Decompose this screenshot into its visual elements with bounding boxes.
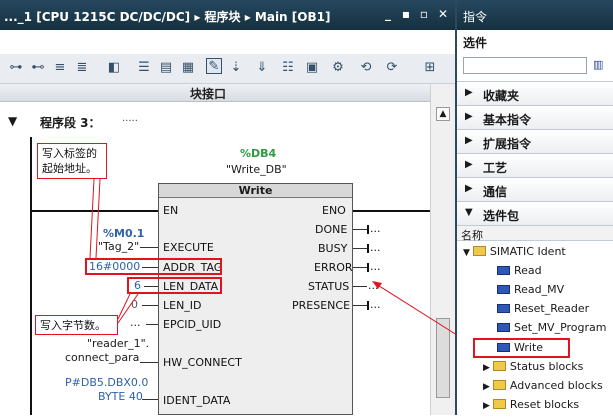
search-options-icon[interactable]: ▥ (593, 58, 603, 71)
vertical-scrollbar[interactable]: ▲ (430, 84, 455, 415)
expand-icon[interactable]: ⊞ (422, 60, 438, 76)
tree-folder-status-blocks[interactable]: ▶ Status blocks (457, 360, 613, 379)
category-technology[interactable]: ▶ 工艺 (457, 153, 613, 177)
category-basic[interactable]: ▶ 基本指令 (457, 105, 613, 129)
leader-addr-right (95, 178, 101, 259)
network-header[interactable]: ▼ 程序段 3： ..... (0, 108, 430, 136)
program-editor: ..._1 [CPU 1215C DC/DC/DC] ▸ 程序块 ▸ Main … (0, 0, 455, 415)
chevron-right-icon: ▶ (483, 363, 490, 373)
monitor-icon[interactable]: ◧ (106, 60, 122, 76)
tree-folder-advanced-blocks[interactable]: ▶ Advanced blocks (457, 379, 613, 398)
insert-row-icon[interactable]: ≡ (52, 60, 68, 76)
scroll-up-icon[interactable]: ▲ (436, 107, 450, 121)
tree-folder-reset-label: Reset blocks (509, 398, 580, 411)
chevron-right-icon: ▶ (483, 401, 490, 411)
folder-icon (492, 361, 506, 371)
drag-arrow-head (372, 281, 382, 289)
minimize-icon[interactable]: _ (381, 7, 395, 21)
instruction-search-input[interactable] (463, 57, 587, 74)
download-icon[interactable]: ⇓ (254, 60, 270, 76)
restore-icon[interactable]: ▪ (399, 7, 413, 21)
chevron-right-icon: ▶ (483, 382, 490, 392)
tree-item-read-label: Read (514, 264, 542, 277)
tree-item-write[interactable]: Write (457, 341, 613, 360)
block-interface-bar[interactable]: 块接口 (0, 84, 430, 102)
tree-folder-status-label: Status blocks (509, 360, 584, 373)
leader-len-left (117, 293, 131, 320)
category-basic-label: 基本指令 (483, 113, 532, 127)
go-offline-icon[interactable]: ⟳ (384, 60, 400, 76)
folder-icon (492, 380, 506, 390)
split-view-icon[interactable]: ▤ (158, 60, 174, 76)
chevron-right-icon: ▶ (465, 183, 473, 194)
folder-icon (472, 246, 486, 256)
tree-item-read-mv-label: Read_MV (514, 283, 565, 296)
tree-item-write-label: Write (514, 341, 544, 354)
instructions-panel: 指令 选件 ▥ ▶ 收藏夹 ▶ 基本指令 ▶ 扩展指令 ▶ 工艺 ▶ 通信 ▼ 选件包 名称… (455, 0, 613, 415)
maximize-icon[interactable]: ▫ (417, 7, 431, 21)
delete-network-icon[interactable]: ⊷ (30, 60, 46, 76)
tree-item-reset-reader-label: Reset_Reader (514, 302, 590, 315)
network-title: 程序段 3： (40, 116, 101, 130)
chevron-right-icon: ▶ (465, 87, 473, 98)
go-online-icon[interactable]: ⟲ (358, 60, 374, 76)
category-extended[interactable]: ▶ 扩展指令 (457, 129, 613, 153)
folder-icon (492, 399, 506, 409)
tree-item-set-mv-program-label: Set_MV_Program (514, 321, 607, 334)
insert-network-icon[interactable]: ⊶ (8, 60, 24, 76)
category-communication-label: 通信 (483, 185, 508, 199)
options-label: 选件 (463, 36, 488, 50)
chevron-right-icon: ▶ (465, 135, 473, 146)
editor-header-space (0, 30, 455, 54)
watch-icon[interactable]: ▣ (304, 60, 320, 76)
instruction-block-icon (497, 285, 510, 294)
close-icon[interactable]: ✕ (436, 7, 450, 21)
tree-item-read[interactable]: Read (457, 264, 613, 283)
tree-item-read-mv[interactable]: Read_MV (457, 283, 613, 302)
tree-item-reset-reader[interactable]: Reset_Reader (457, 302, 613, 321)
block-view-icon[interactable]: ▦ (180, 60, 196, 76)
chevron-right-icon: ▶ (465, 111, 473, 122)
tree-folder-reset-blocks[interactable]: ▶ Reset blocks (457, 398, 613, 417)
chevron-right-icon: ▶ (465, 159, 473, 170)
category-favorites-label: 收藏夹 (483, 89, 520, 103)
category-communication[interactable]: ▶ 通信 (457, 177, 613, 201)
category-technology-label: 工艺 (483, 161, 508, 175)
instruction-block-icon (497, 323, 510, 332)
instructions-title: 指令 (457, 0, 613, 30)
instruction-block-icon (497, 343, 510, 352)
comment-icon[interactable]: ✎ (206, 58, 222, 74)
block-interface-label: 块接口 (190, 87, 227, 101)
chevron-down-icon: ▼ (463, 248, 470, 258)
category-favorites[interactable]: ▶ 收藏夹 (457, 81, 613, 105)
editor-toolbar: ⊶ ⊷ ≡ ≣ ◧ ☰ ▤ ▦ ✎ ⇣ ⇓ ☷ ▣ ⚙ ⟲ ⟳ ⊞ (0, 54, 455, 84)
leader-addr-left (89, 178, 95, 259)
category-optional-packages-label: 选件包 (483, 209, 520, 223)
category-optional-packages[interactable]: ▼ 选件包 (457, 201, 613, 225)
instruction-block-icon (497, 266, 510, 275)
collapse-network-icon[interactable]: ▼ (8, 114, 17, 128)
instruction-block-icon (497, 304, 510, 313)
network-comment[interactable]: ..... (122, 113, 138, 124)
category-extended-label: 扩展指令 (483, 137, 532, 151)
tree-root-label: SIMATIC Ident (489, 245, 566, 258)
tree-root-simatic-ident[interactable]: ▼ SIMATIC Ident (457, 245, 613, 264)
editor-title: ..._1 [CPU 1215C DC/DC/DC] ▸ 程序块 ▸ Main … (4, 10, 331, 24)
chevron-down-icon: ▼ (465, 207, 473, 218)
list-view-icon[interactable]: ☰ (136, 60, 152, 76)
column-header-name: 名称 (457, 225, 613, 242)
settings-icon[interactable]: ⚙ (330, 60, 346, 76)
favorites-icon[interactable]: ☷ (280, 60, 296, 76)
open-all-icon[interactable]: ≣ (74, 60, 90, 76)
zoom-icon[interactable]: ⇣ (228, 60, 244, 76)
tree-folder-advanced-label: Advanced blocks (509, 379, 603, 392)
